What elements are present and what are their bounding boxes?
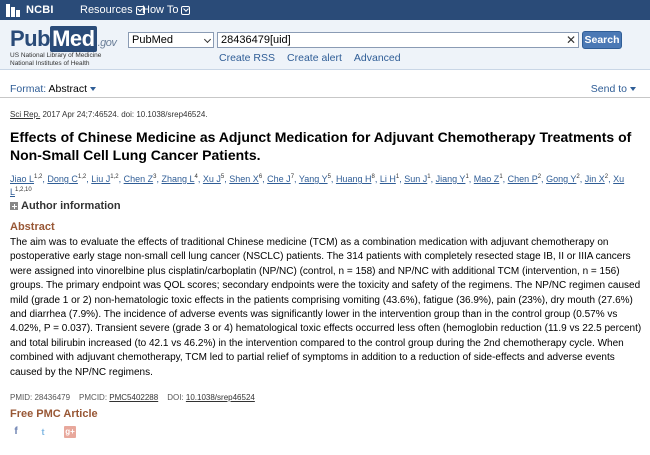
create-alert-link[interactable]: Create alert (287, 52, 342, 64)
doi-link[interactable]: 10.1038/srep46524 (186, 393, 255, 402)
social-share-bar: f t g+ (10, 426, 76, 438)
clear-search-icon[interactable]: ✕ (566, 32, 576, 48)
author-link[interactable]: Yang Y (299, 174, 328, 184)
search-sub-links: Create RSS Create alert Advanced (219, 52, 401, 64)
format-label: Format: (10, 83, 47, 95)
author-link[interactable]: Mao Z (474, 174, 500, 184)
journal-link[interactable]: Sci Rep. (10, 110, 40, 119)
chevron-down-icon (203, 35, 212, 44)
format-selector[interactable]: Format: Abstract (10, 83, 97, 95)
free-pmc-article-label: Free PMC Article (10, 408, 98, 420)
chevron-down-icon (181, 5, 191, 15)
citation-details: 2017 Apr 24;7:46524. doi: 10.1038/srep46… (40, 110, 208, 119)
doi: DOI: 10.1038/srep46524 (167, 393, 255, 402)
author-link[interactable]: Che J (267, 174, 291, 184)
author-link[interactable]: Zhang L (162, 174, 195, 184)
database-select-value: PubMed (132, 34, 173, 46)
author-link[interactable]: Sun J (404, 174, 427, 184)
pmid: PMID: 28436479 (10, 393, 71, 402)
search-header: PubMed .gov US National Library of Medici… (0, 20, 650, 70)
send-to-label: Send to (590, 83, 627, 95)
expand-plus-icon (10, 202, 18, 210)
format-value: Abstract (48, 83, 88, 95)
nih-label: National Institutes of Health (10, 60, 90, 67)
author-affiliation: 1,2 (110, 174, 119, 180)
pubmed-logo-pub: Pub (10, 26, 51, 51)
author-affiliation: 1,2,10 (15, 187, 32, 193)
author-information-toggle[interactable]: Author information (10, 200, 121, 212)
search-input[interactable] (217, 32, 579, 48)
abstract-heading: Abstract (10, 221, 55, 233)
author-link[interactable]: Dong C (47, 174, 78, 184)
author-link[interactable]: Li H (380, 174, 396, 184)
create-rss-link[interactable]: Create RSS (219, 52, 275, 64)
author-link[interactable]: Jiang Y (436, 174, 466, 184)
author-link[interactable]: Xu J (203, 174, 221, 184)
abstract-text: The aim was to evaluate the effects of t… (10, 237, 642, 378)
pmcid-link[interactable]: PMC5402288 (109, 393, 158, 402)
author-link[interactable]: Jin X (585, 174, 605, 184)
author-link[interactable]: Shen X (229, 174, 259, 184)
ncbi-logo[interactable]: NCBI (6, 3, 54, 17)
google-plus-icon[interactable]: g+ (64, 426, 76, 438)
author-link[interactable]: Huang H (336, 174, 372, 184)
caret-down-icon (630, 87, 636, 92)
format-bar: Format: Abstract Send to (0, 78, 650, 98)
author-link[interactable]: Gong Y (546, 174, 576, 184)
ncbi-logo-text: NCBI (26, 4, 54, 16)
twitter-icon[interactable]: t (37, 426, 49, 438)
pmcid: PMCID: PMC5402288 (79, 393, 158, 402)
ncbi-logo-icon (6, 3, 23, 17)
pubmed-logo-gov: .gov (97, 37, 117, 49)
resources-menu-label: Resources (80, 4, 133, 16)
advanced-search-link[interactable]: Advanced (354, 52, 401, 64)
citation: Sci Rep. 2017 Apr 24;7:46524. doi: 10.10… (10, 110, 207, 119)
resources-menu[interactable]: Resources (80, 4, 145, 16)
article-identifiers: PMID: 28436479 PMCID: PMC5402288 DOI: 10… (10, 393, 255, 402)
send-to-menu[interactable]: Send to (591, 83, 636, 95)
author-link[interactable]: Jiao L (10, 174, 34, 184)
pubmed-logo[interactable]: PubMed .gov (10, 26, 117, 52)
author-list: Jiao L1,2, Dong C1,2, Liu J1,2, Chen Z3,… (10, 172, 640, 198)
pubmed-logo-med: Med (50, 26, 97, 52)
search-button[interactable]: Search (582, 31, 622, 49)
author-link[interactable]: Liu J (91, 174, 110, 184)
doi-label: DOI: (167, 393, 184, 402)
pmcid-label: PMCID: (79, 393, 108, 402)
author-link[interactable]: Chen P (508, 174, 538, 184)
database-select[interactable]: PubMed (128, 32, 214, 48)
how-to-menu-label: How To (142, 4, 179, 16)
facebook-icon[interactable]: f (10, 426, 22, 438)
ncbi-top-bar: NCBI Resources How To (0, 0, 650, 20)
how-to-menu[interactable]: How To (142, 4, 191, 16)
article-title: Effects of Chinese Medicine as Adjunct M… (10, 129, 632, 163)
author-affiliation: 1,2 (77, 174, 87, 180)
author-link[interactable]: Chen Z (124, 174, 154, 184)
caret-down-icon (90, 87, 97, 92)
nlm-label: US National Library of Medicine (10, 52, 102, 59)
author-information-label: Author information (21, 200, 121, 212)
